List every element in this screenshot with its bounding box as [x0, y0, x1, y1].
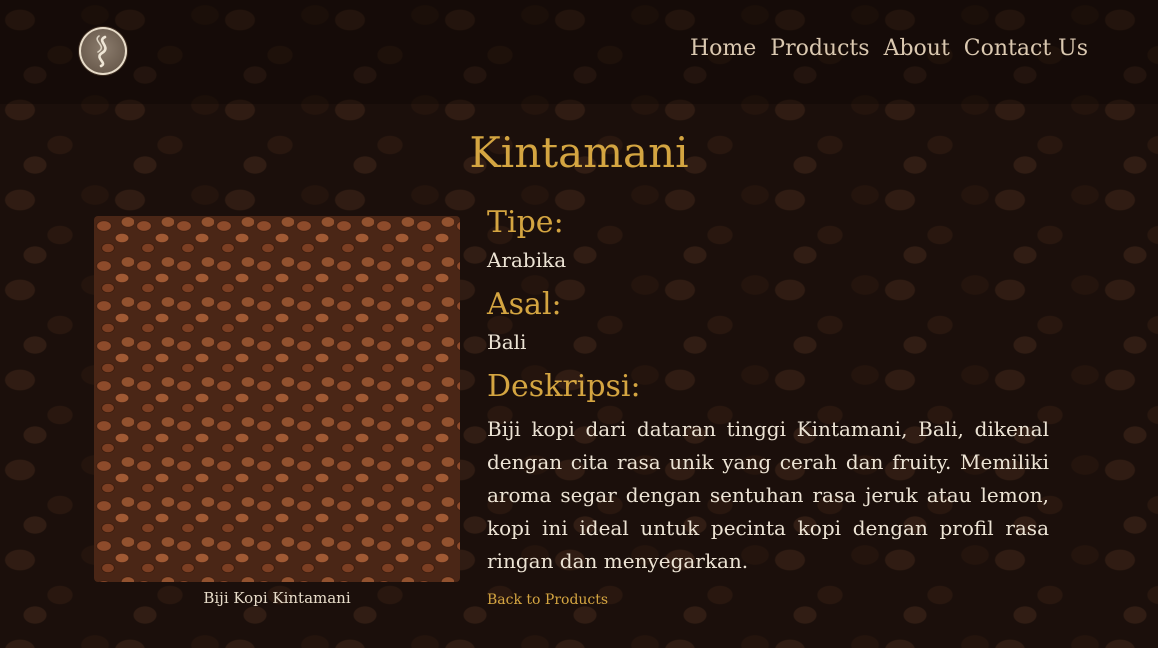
- main-nav: Home Products About Contact Us: [690, 36, 1088, 61]
- nav-home-link[interactable]: Home: [690, 36, 756, 61]
- nav-about-link[interactable]: About: [884, 36, 950, 61]
- coffee-bean-logo-icon[interactable]: [79, 27, 127, 75]
- product-image: [94, 216, 460, 582]
- type-value: Arabika: [487, 248, 567, 272]
- site-header: Home Products About Contact Us: [0, 0, 1158, 104]
- origin-label: Asal:: [487, 287, 562, 322]
- description-text: Biji kopi dari dataran tinggi Kintamani,…: [487, 417, 1049, 573]
- image-caption: Biji Kopi Kintamani: [203, 589, 351, 607]
- origin-value: Bali: [487, 330, 527, 354]
- nav-products-link[interactable]: Products: [770, 36, 869, 61]
- type-label: Tipe:: [487, 205, 564, 240]
- product-title: Kintamani: [469, 128, 689, 177]
- description-label: Deskripsi:: [487, 369, 641, 404]
- back-to-products-link[interactable]: Back to Products: [487, 592, 1049, 608]
- nav-contact-link[interactable]: Contact Us: [964, 36, 1088, 61]
- page: Home Products About Contact Us Kintamani…: [0, 0, 1158, 648]
- product-details: Tipe: Arabika Asal: Bali Deskripsi: Biji…: [487, 205, 1049, 608]
